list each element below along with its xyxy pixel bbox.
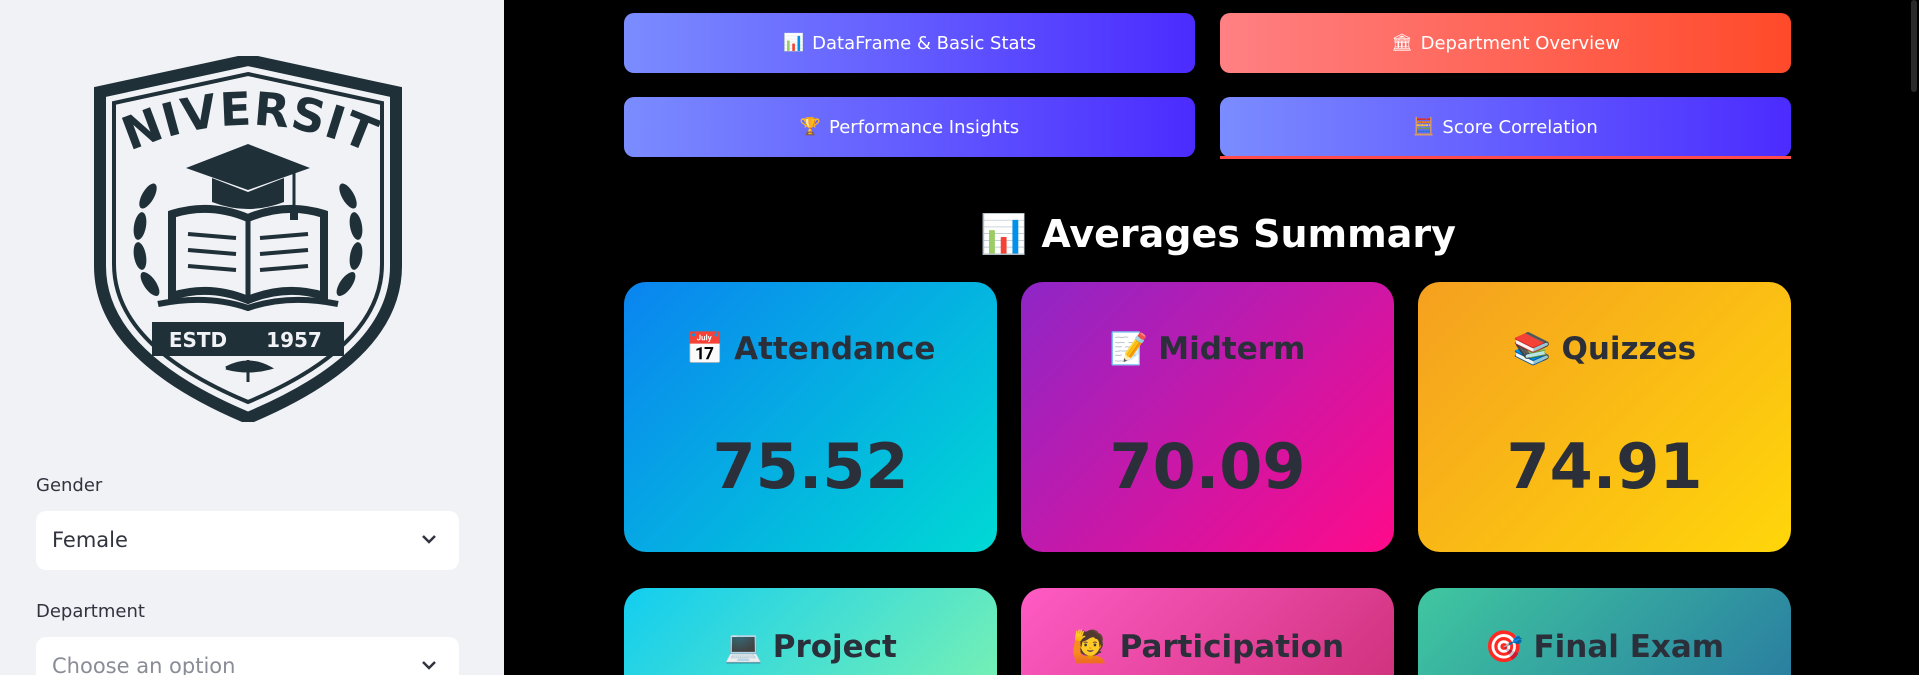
- card-label: Final Exam: [1533, 628, 1725, 665]
- memo-icon: 📝: [1109, 331, 1149, 367]
- quizzes-card: 📚 Quizzes 74.91: [1418, 282, 1791, 552]
- university-logo: UNIVERSITY ESTD 1957: [88, 56, 402, 422]
- abacus-icon: 🧮: [1413, 117, 1435, 137]
- card-label: Participation: [1119, 628, 1345, 665]
- active-tab-underline: [1220, 156, 1791, 159]
- logo-estd-label: ESTD: [169, 328, 227, 352]
- attendance-card: 📅 Attendance 75.52: [624, 282, 997, 552]
- button-label: Score Correlation: [1442, 116, 1598, 138]
- scrollbar-thumb[interactable]: [1911, 0, 1917, 92]
- button-label: DataFrame & Basic Stats: [812, 32, 1037, 54]
- logo-estd-year: 1957: [266, 328, 322, 352]
- chevron-down-icon: [422, 535, 436, 544]
- midterm-card: 📝 Midterm 70.09: [1021, 282, 1394, 552]
- sidebar: UNIVERSITY ESTD 1957 Gende: [0, 0, 504, 675]
- gender-select-value: Female: [52, 528, 128, 552]
- department-overview-button[interactable]: 🏛 Department Overview: [1220, 13, 1791, 73]
- card-value: 70.09: [1109, 430, 1306, 503]
- svg-text:UNIVERSITY: UNIVERSITY: [88, 56, 386, 163]
- bar-chart-icon: 📊: [980, 211, 1028, 256]
- card-value: 74.91: [1506, 430, 1703, 503]
- raising-hand-icon: 🙋: [1070, 629, 1110, 665]
- card-value: 75.52: [712, 430, 909, 503]
- department-label: Department: [36, 601, 145, 622]
- button-label: Department Overview: [1420, 32, 1620, 54]
- button-label: Performance Insights: [829, 116, 1020, 138]
- card-label: Attendance: [734, 330, 936, 367]
- target-icon: 🎯: [1484, 629, 1524, 665]
- trophy-icon: 🏆: [799, 117, 821, 137]
- card-label: Project: [772, 628, 897, 665]
- logo-top-text: UNIVERSITY: [88, 56, 385, 163]
- averages-summary-title: 📊 Averages Summary: [980, 206, 1456, 262]
- books-icon: 📚: [1512, 331, 1552, 367]
- main-scrollbar[interactable]: [1909, 0, 1919, 675]
- performance-insights-button[interactable]: 🏆 Performance Insights: [624, 97, 1195, 157]
- card-label: Quizzes: [1561, 330, 1697, 367]
- chevron-down-icon: [422, 661, 436, 670]
- department-select-placeholder: Choose an option: [52, 654, 236, 675]
- score-correlation-button[interactable]: 🧮 Score Correlation: [1220, 97, 1791, 157]
- final-exam-card: 🎯 Final Exam: [1418, 588, 1791, 675]
- section-title-text: Averages Summary: [1041, 212, 1456, 256]
- card-label: Midterm: [1158, 330, 1306, 367]
- gender-label: Gender: [36, 475, 103, 496]
- participation-card: 🙋 Participation: [1021, 588, 1394, 675]
- department-select[interactable]: Choose an option: [36, 637, 459, 675]
- project-card: 💻 Project: [624, 588, 997, 675]
- building-icon: 🏛: [1391, 33, 1413, 53]
- gender-select[interactable]: Female: [36, 511, 459, 570]
- laptop-icon: 💻: [724, 629, 763, 665]
- bar-chart-icon: 📊: [782, 33, 805, 53]
- calendar-icon: 📅: [685, 331, 725, 367]
- dataframe-basic-stats-button[interactable]: 📊 DataFrame & Basic Stats: [624, 13, 1195, 73]
